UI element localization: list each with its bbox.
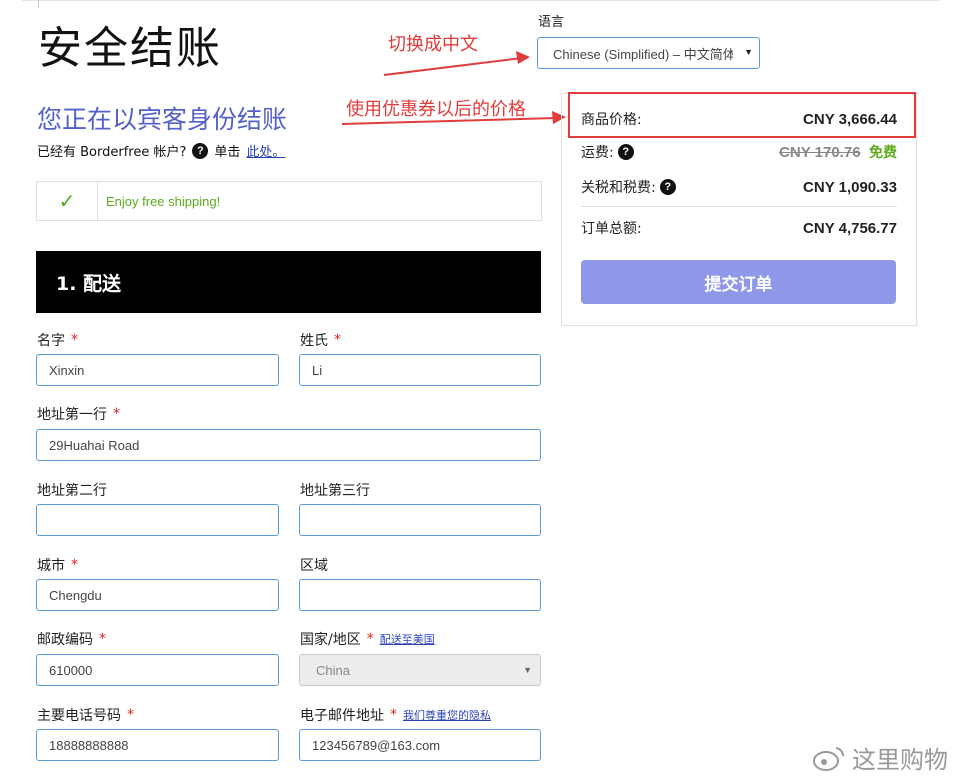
shipping-value-group: CNY 170.76 免费 (779, 142, 897, 162)
submit-order-button[interactable]: 提交订单 (581, 260, 896, 304)
shipping-free: 免费 (869, 145, 897, 161)
summary-divider (581, 206, 897, 207)
total-label: 订单总额: (581, 221, 642, 237)
arrow-to-price (341, 117, 557, 125)
watermark: 这里购物 (812, 740, 948, 775)
help-icon[interactable]: ? (617, 144, 634, 160)
weibo-icon (813, 746, 845, 771)
arrow-to-language (383, 57, 523, 76)
duties-value: CNY 1,090.33 (803, 178, 897, 196)
duties-label-group: 关税和税费: ? (581, 177, 676, 197)
total-value: CNY 4,756.77 (803, 219, 897, 237)
duties-row: 关税和税费: ? CNY 1,090.33 (581, 177, 897, 197)
help-icon[interactable]: ? (659, 179, 676, 195)
arrowhead-language (516, 51, 530, 64)
annotation-highlight-box (568, 92, 916, 138)
shipping-row: 运费: ? CNY 170.76 免费 (581, 142, 897, 162)
duties-label: 关税和税费: (581, 180, 656, 196)
shipping-label: 运费: (581, 145, 614, 161)
watermark-text: 这里购物 (852, 746, 948, 774)
total-row: 订单总额: CNY 4,756.77 (581, 218, 897, 238)
shipping-label-group: 运费: ? (581, 142, 634, 162)
shipping-old-value: CNY 170.76 (779, 144, 861, 161)
